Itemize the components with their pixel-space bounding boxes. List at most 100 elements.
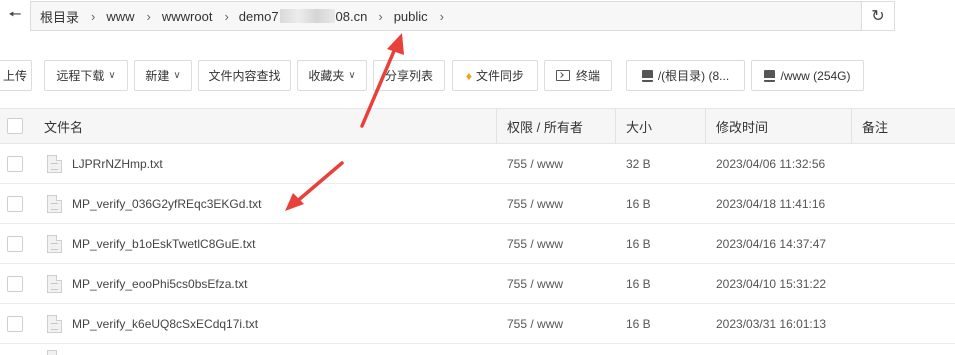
remote-download-label: 远程下载	[56, 69, 105, 83]
file-modified: 2023/04/16 14:37:47	[716, 237, 827, 251]
file-name[interactable]: MP_verify_eooPhi5cs0bsEfza.txt	[72, 264, 247, 304]
terminal-button[interactable]: 终端	[544, 60, 612, 91]
table-row[interactable]: MP_verify_b1oEskTwetlC8GuE.txt 755 / www…	[0, 224, 955, 264]
disk-icon	[764, 69, 776, 82]
header-note: 备注	[862, 109, 888, 143]
file-name[interactable]: MP_verify_036G2yfREqc3EKGd.txt	[72, 184, 261, 224]
row-checkbox[interactable]	[7, 156, 23, 172]
remote-download-button[interactable]: 远程下载 ∨	[44, 60, 128, 91]
file-icon	[47, 155, 62, 173]
breadcrumb-current-label: public	[393, 8, 428, 24]
header-filename[interactable]: 文件名	[44, 109, 83, 143]
breadcrumb-domain-prefix: demo7	[238, 8, 279, 24]
file-size: 16 B	[626, 237, 651, 251]
header-size[interactable]: 大小	[626, 109, 652, 143]
address-bar-row: 🠔 根目录 › www › wwwroot › demo7 08.cn › pub…	[0, 0, 955, 32]
column-divider	[851, 109, 852, 143]
breadcrumb[interactable]: 根目录 › www › wwwroot › demo7 08.cn › publi…	[30, 1, 862, 31]
column-divider	[705, 109, 706, 143]
chevron-right-icon: ›	[224, 8, 229, 24]
upload-button[interactable]: 上传	[0, 60, 32, 91]
file-icon	[47, 275, 62, 293]
file-size: 16 B	[626, 277, 651, 291]
disk-root-button[interactable]: /(根目录) (8...	[626, 60, 745, 91]
row-checkbox[interactable]	[7, 196, 23, 212]
file-size: 32 B	[626, 157, 651, 171]
file-permission[interactable]: 755 / www	[507, 304, 563, 344]
file-name[interactable]: MP_verify_k6eUQ8cSxECdq17i.txt	[72, 304, 258, 344]
chevron-right-icon: ›	[439, 8, 445, 24]
file-size: 16 B	[626, 197, 651, 211]
header-modified-label: 修改时间	[716, 119, 769, 135]
column-divider	[496, 109, 497, 143]
row-checkbox[interactable]	[7, 276, 23, 292]
breadcrumb-root[interactable]: 根目录	[39, 7, 80, 26]
favorites-label: 收藏夹	[308, 69, 345, 83]
favorites-button[interactable]: 收藏夹 ∨	[297, 60, 367, 91]
chevron-right-icon: ›	[378, 8, 383, 24]
breadcrumb-domain-suffix: 08.cn	[335, 8, 368, 24]
header-note-label: 备注	[862, 119, 889, 135]
breadcrumb-www-label: www	[106, 8, 135, 24]
refresh-icon[interactable]: ↻	[862, 1, 895, 31]
file-permission[interactable]: 755 / www	[507, 264, 563, 304]
header-size-label: 大小	[626, 119, 653, 135]
chevron-down-icon: ∨	[348, 70, 356, 81]
breadcrumb-domain[interactable]: demo7 08.cn	[239, 9, 368, 24]
file-sync-label: 文件同步	[476, 69, 525, 83]
content-search-button[interactable]: 文件内容查找	[198, 60, 291, 91]
disk-www-button[interactable]: /www (254G)	[751, 60, 864, 91]
breadcrumb-wwwroot[interactable]: wwwroot	[161, 9, 214, 24]
redacted-blur	[279, 9, 335, 23]
file-table-header: 文件名 权限 / 所有者 大小 修改时间 备注	[0, 108, 955, 144]
file-permission[interactable]: 755 / www	[507, 224, 563, 264]
disk-icon	[641, 69, 653, 82]
file-size: 16 B	[626, 317, 651, 331]
back-arrow-icon[interactable]: 🠔	[0, 0, 30, 32]
file-permission[interactable]: 755 / www	[507, 184, 563, 224]
upload-label: 上传	[2, 69, 27, 83]
chevron-right-icon: ›	[146, 8, 151, 24]
file-icon	[47, 350, 62, 355]
table-row[interactable]: LJPRrNZHmp.txt 755 / www 32 B 2023/04/06…	[0, 144, 955, 184]
share-list-button[interactable]: 分享列表	[373, 60, 445, 91]
breadcrumb-root-label: 根目录	[40, 9, 80, 25]
breadcrumb-www[interactable]: www	[105, 9, 135, 24]
chevron-right-icon: ›	[91, 8, 96, 24]
disk-root-label: /(根目录) (8...	[657, 69, 730, 83]
file-modified: 2023/04/18 11:41:16	[716, 197, 826, 211]
file-icon	[47, 235, 62, 253]
file-name[interactable]: LJPRrNZHmp.txt	[72, 144, 163, 184]
gem-icon: ♦	[465, 68, 473, 83]
file-name[interactable]: MP_verify_b1oEskTwetlC8GuE.txt	[72, 224, 255, 264]
file-toolbar: 上传 远程下载 ∨ 新建 ∨ 文件内容查找 收藏夹 ∨ 分享列表 ♦ 文件同步 终端 /…	[0, 60, 955, 93]
file-permission[interactable]: 755 / www	[507, 144, 563, 184]
file-icon	[47, 315, 62, 333]
file-modified: 2023/04/06 11:32:56	[716, 157, 826, 171]
table-row[interactable]	[0, 344, 955, 355]
table-row[interactable]: MP_verify_eooPhi5cs0bsEfza.txt 755 / www…	[0, 264, 955, 304]
breadcrumb-current[interactable]: public	[393, 9, 429, 24]
row-checkbox[interactable]	[7, 236, 23, 252]
content-search-label: 文件内容查找	[208, 69, 281, 83]
header-permission-owner[interactable]: 权限 / 所有者	[507, 109, 583, 143]
breadcrumb-wwwroot-label: wwwroot	[161, 8, 213, 24]
table-row[interactable]: MP_verify_036G2yfREqc3EKGd.txt 755 / www…	[0, 184, 955, 224]
new-label: 新建	[145, 69, 170, 83]
header-permission-owner-label: 权限 / 所有者	[507, 119, 583, 135]
chevron-down-icon: ∨	[108, 70, 116, 81]
header-filename-label: 文件名	[44, 119, 84, 135]
new-button[interactable]: 新建 ∨	[134, 60, 192, 91]
file-modified: 2023/03/31 16:01:13	[716, 317, 827, 331]
disk-www-label: /www (254G)	[780, 68, 851, 83]
table-row[interactable]: MP_verify_k6eUQ8cSxECdq17i.txt 755 / www…	[0, 304, 955, 344]
select-all-checkbox[interactable]	[7, 118, 23, 134]
file-modified: 2023/04/10 15:31:22	[716, 277, 827, 291]
chevron-down-icon: ∨	[173, 70, 181, 81]
file-icon	[47, 195, 62, 213]
share-list-label: 分享列表	[384, 69, 433, 83]
file-sync-button[interactable]: ♦ 文件同步	[452, 60, 538, 91]
row-checkbox[interactable]	[7, 316, 23, 332]
terminal-icon	[555, 70, 570, 81]
header-modified[interactable]: 修改时间	[716, 109, 768, 143]
